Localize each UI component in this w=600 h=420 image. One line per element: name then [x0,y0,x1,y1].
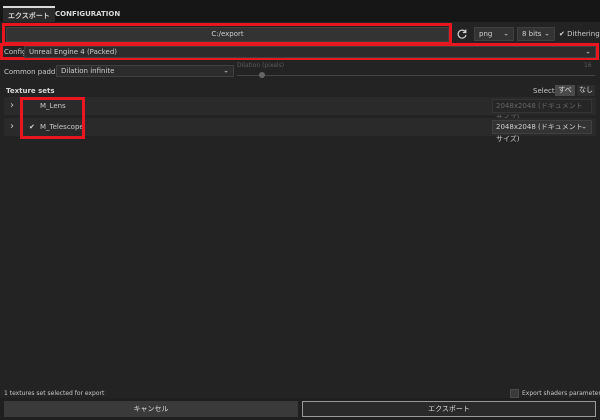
resolution-dropdown[interactable]: 2048x2048 (ドキュメント サイズ) ⌄ [492,120,592,143]
select-none-button[interactable]: なし [577,85,595,96]
chevron-down-icon: ⌄ [544,29,550,38]
resolution-dropdown-disabled: 2048x2048 (ドキュメント サイズ) [492,99,592,122]
bit-depth-value: 8 bits [522,30,542,38]
select-label: Select [533,87,555,95]
config-dropdown[interactable]: Unreal Engine 4 (Packed) ⌄ [24,46,596,58]
export-button[interactable]: エクスポート [302,401,596,417]
padding-value: Dilation infinite [61,67,115,75]
dilation-value: 16 [584,62,592,69]
texture-sets-highlight [20,97,85,139]
chevron-down-icon: ⌄ [585,47,591,56]
chevron-down-icon: ⌄ [581,122,587,131]
check-icon: ✔ [559,30,565,38]
format-value: png [479,30,493,38]
chevron-right-icon[interactable]: › [10,121,14,133]
texture-sets-header: Texture sets [6,87,55,95]
dilation-label: Dilation (pixels) [237,62,285,69]
chevron-right-icon[interactable]: › [10,100,14,112]
status-text: 1 textures set selected for export [4,390,105,397]
chevron-down-icon: ⌄ [223,66,229,75]
format-dropdown[interactable]: png ⌄ [474,27,514,41]
tab-configuration[interactable]: CONFIGURATION [50,6,125,22]
chevron-down-icon: ⌄ [503,29,509,38]
select-all-button[interactable]: すべて [555,85,575,105]
refresh-icon[interactable] [456,28,468,40]
export-path-field[interactable]: C:/export [6,27,449,42]
shaders-checkbox[interactable] [510,389,519,398]
dilation-slider-track[interactable] [237,75,595,76]
bit-depth-dropdown[interactable]: 8 bits ⌄ [517,27,555,41]
dithering-label: Dithering [567,30,600,38]
dithering-toggle[interactable]: ✔ Dithering [559,28,600,40]
tab-bar: エクスポート CONFIGURATION [0,0,600,22]
export-panel [0,22,600,398]
tab-export[interactable]: エクスポート [3,6,55,22]
shaders-label: Export shaders parameters [522,390,600,397]
config-value: Unreal Engine 4 (Packed) [29,48,118,56]
dilation-slider-handle[interactable] [259,72,265,78]
cancel-button[interactable]: キャンセル [4,401,298,417]
padding-dropdown[interactable]: Dilation infinite ⌄ [56,65,234,77]
